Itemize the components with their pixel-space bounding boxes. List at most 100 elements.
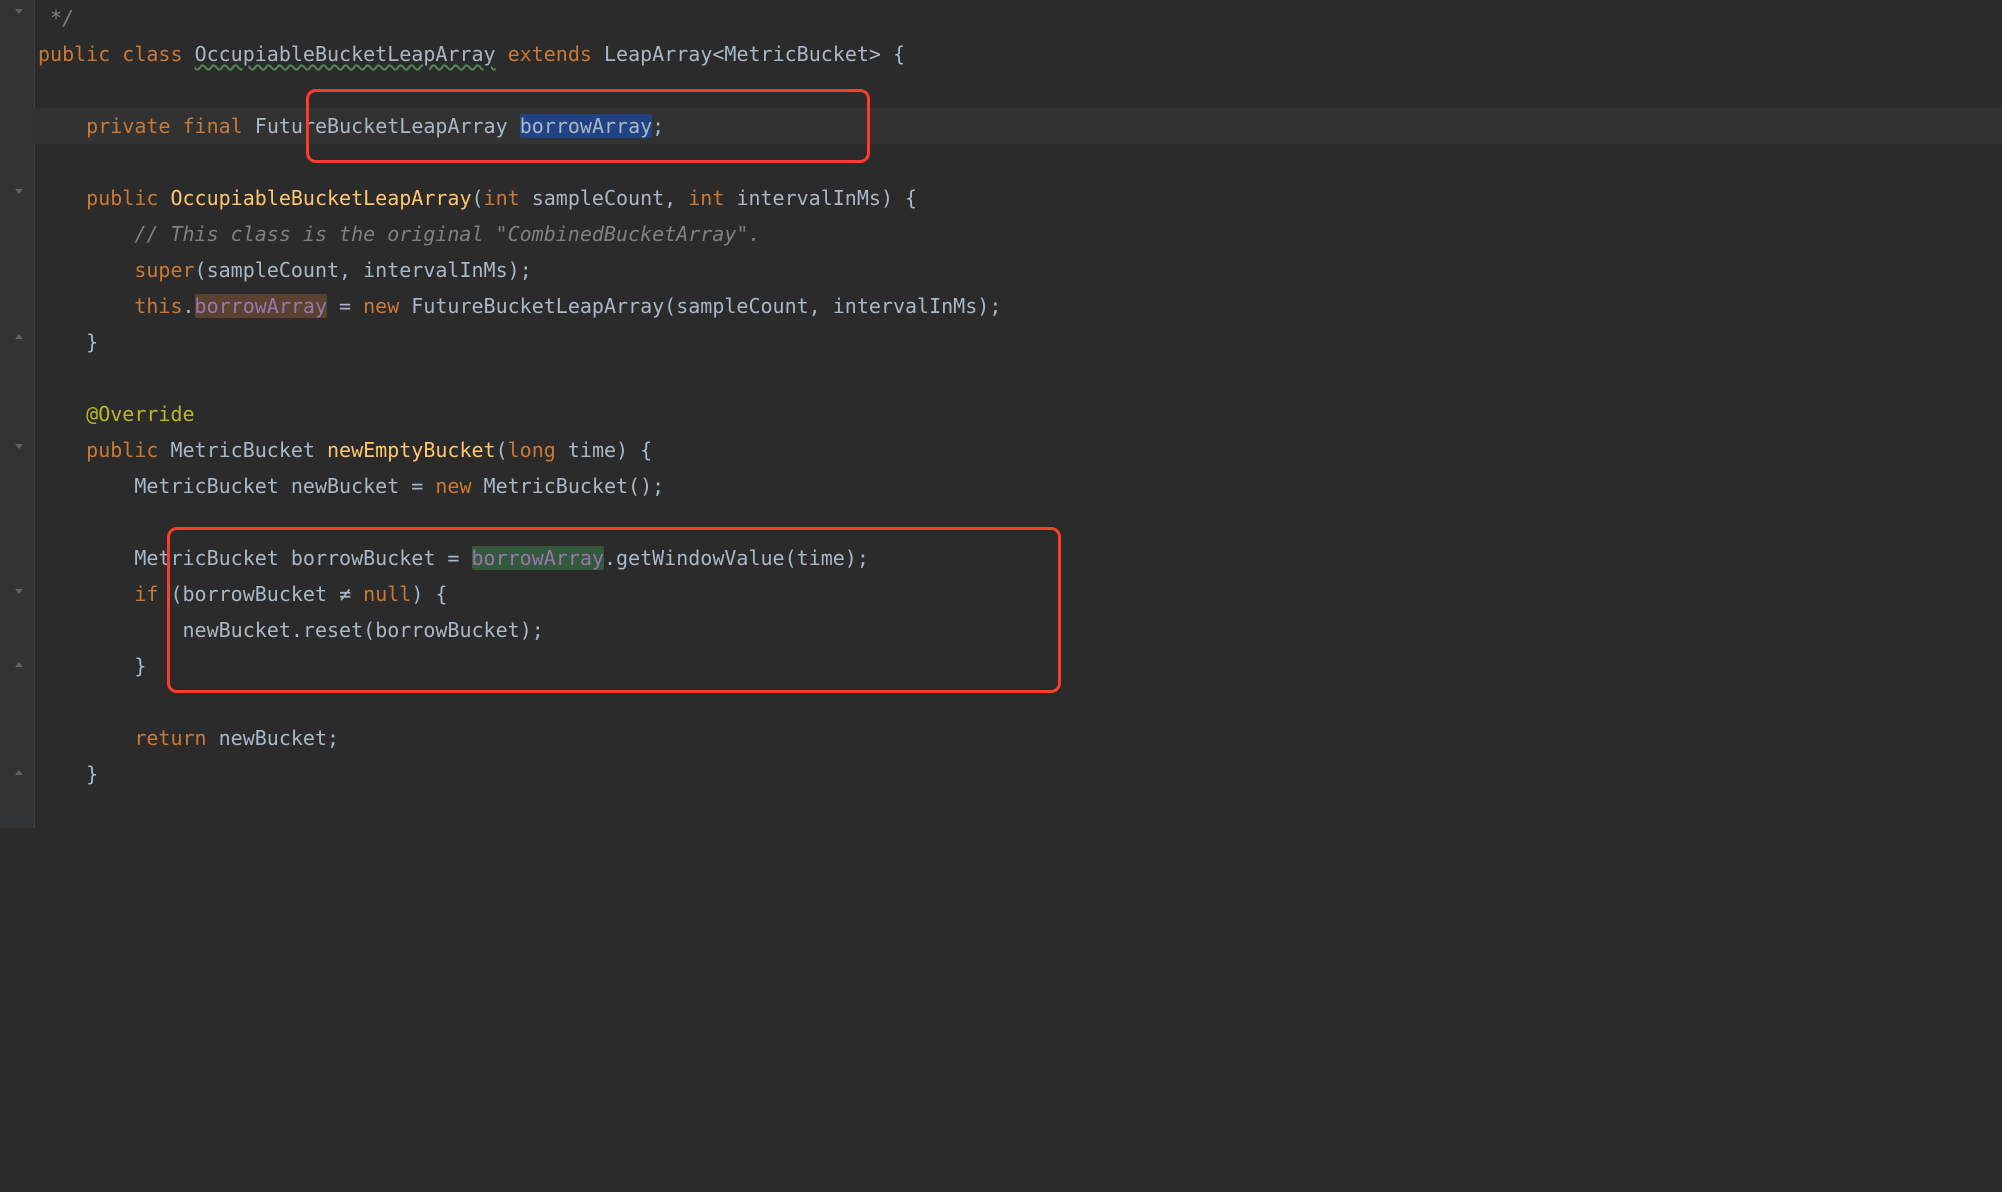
- gt-bracket: >: [869, 42, 881, 66]
- fold-icon[interactable]: [14, 441, 24, 451]
- keyword-new: new: [435, 474, 471, 498]
- argument: intervalInMs: [833, 294, 978, 318]
- paren-open: (: [363, 618, 375, 642]
- code-editor[interactable]: */public class OccupiableBucketLeapArray…: [0, 0, 2002, 828]
- brace-close: }: [134, 654, 146, 678]
- brace-open: {: [905, 186, 917, 210]
- semicolon: ;: [520, 258, 532, 282]
- keyword-this: this: [134, 294, 182, 318]
- code-line[interactable]: }: [34, 324, 2002, 360]
- variable: borrowBucket: [183, 582, 328, 606]
- code-line[interactable]: // This class is the original "CombinedB…: [34, 216, 2002, 252]
- argument: borrowBucket: [375, 618, 520, 642]
- class-name: MetricBucket: [170, 438, 315, 462]
- paren-close: ): [640, 474, 652, 498]
- annotation: @Override: [86, 402, 194, 426]
- field-reference: borrowArray: [195, 294, 327, 318]
- keyword-int: int: [484, 186, 520, 210]
- code-line[interactable]: }: [34, 756, 2002, 792]
- keyword-final: final: [183, 114, 243, 138]
- fold-icon[interactable]: [14, 6, 24, 16]
- keyword-new: new: [363, 294, 399, 318]
- class-name: FutureBucketLeapArray: [255, 114, 508, 138]
- field-reference: borrowArray: [472, 546, 604, 570]
- variable: newBucket: [219, 726, 327, 750]
- equals: =: [327, 294, 363, 318]
- paren-close: ): [616, 438, 628, 462]
- class-name: MetricBucket: [724, 42, 869, 66]
- brace-open: {: [893, 42, 905, 66]
- class-name: LeapArray: [604, 42, 712, 66]
- class-name: MetricBucket: [484, 474, 629, 498]
- selected-identifier: borrowArray: [520, 114, 652, 138]
- parameter: sampleCount: [532, 186, 664, 210]
- argument: sampleCount: [676, 294, 808, 318]
- code-line[interactable]: @Override: [34, 396, 2002, 432]
- class-name: OccupiableBucketLeapArray: [195, 42, 496, 66]
- fold-icon[interactable]: [14, 767, 24, 777]
- brace-open: {: [435, 582, 447, 606]
- code-line[interactable]: [34, 72, 2002, 108]
- keyword-int: int: [688, 186, 724, 210]
- fold-icon[interactable]: [14, 586, 24, 596]
- code-line[interactable]: newBucket.reset(borrowBucket);: [34, 612, 2002, 648]
- comment: // This class is the original "CombinedB…: [134, 222, 760, 246]
- equals: =: [399, 474, 435, 498]
- variable: borrowBucket: [291, 546, 436, 570]
- paren-open: (: [785, 546, 797, 570]
- code-line[interactable]: }: [34, 648, 2002, 684]
- keyword-return: return: [134, 726, 206, 750]
- method-call: getWindowValue: [616, 546, 785, 570]
- method-call: reset: [303, 618, 363, 642]
- keyword-extends: extends: [508, 42, 592, 66]
- method-name: newEmptyBucket: [327, 438, 496, 462]
- code-line[interactable]: super(sampleCount, intervalInMs);: [34, 252, 2002, 288]
- fold-icon[interactable]: [14, 331, 24, 341]
- keyword-public: public: [86, 438, 158, 462]
- code-line[interactable]: [34, 684, 2002, 720]
- keyword-null: null: [363, 582, 411, 606]
- paren-close: ): [508, 258, 520, 282]
- argument: time: [797, 546, 845, 570]
- keyword-class: class: [122, 42, 182, 66]
- code-line[interactable]: MetricBucket newBucket = new MetricBucke…: [34, 468, 2002, 504]
- argument: intervalInMs: [363, 258, 508, 282]
- keyword-super: super: [134, 258, 194, 282]
- code-line[interactable]: [34, 144, 2002, 180]
- dot: .: [291, 618, 303, 642]
- paren-close: ): [977, 294, 989, 318]
- lt-bracket: <: [712, 42, 724, 66]
- code-line[interactable]: return newBucket;: [34, 720, 2002, 756]
- dot: .: [183, 294, 195, 318]
- code-line[interactable]: this.borrowArray = new FutureBucketLeapA…: [34, 288, 2002, 324]
- paren-open: (: [664, 294, 676, 318]
- code-line[interactable]: public OccupiableBucketLeapArray(int sam…: [34, 180, 2002, 216]
- code-line[interactable]: private final FutureBucketLeapArray borr…: [34, 108, 2002, 144]
- argument: sampleCount: [207, 258, 339, 282]
- semicolon: ;: [532, 618, 544, 642]
- parameter: intervalInMs: [736, 186, 881, 210]
- keyword-if: if: [134, 582, 158, 606]
- code-area[interactable]: */public class OccupiableBucketLeapArray…: [34, 0, 2002, 828]
- code-line[interactable]: */: [34, 0, 2002, 36]
- code-line[interactable]: [34, 792, 2002, 828]
- semicolon: ;: [652, 114, 664, 138]
- semicolon: ;: [857, 546, 869, 570]
- code-line[interactable]: [34, 360, 2002, 396]
- paren-close: ): [411, 582, 423, 606]
- code-line[interactable]: MetricBucket borrowBucket = borrowArray.…: [34, 540, 2002, 576]
- code-line[interactable]: public MetricBucket newEmptyBucket(long …: [34, 432, 2002, 468]
- code-line[interactable]: public class OccupiableBucketLeapArray e…: [34, 36, 2002, 72]
- keyword-public: public: [86, 186, 158, 210]
- keyword-private: private: [86, 114, 170, 138]
- brace-close: }: [86, 762, 98, 786]
- code-line[interactable]: [34, 504, 2002, 540]
- code-line[interactable]: if (borrowBucket ≠ null) {: [34, 576, 2002, 612]
- paren-close: ): [881, 186, 893, 210]
- comma: ,: [339, 258, 351, 282]
- comma: ,: [664, 186, 676, 210]
- fold-icon[interactable]: [14, 659, 24, 669]
- paren-open: (: [195, 258, 207, 282]
- equals: =: [435, 546, 471, 570]
- fold-icon[interactable]: [14, 186, 24, 196]
